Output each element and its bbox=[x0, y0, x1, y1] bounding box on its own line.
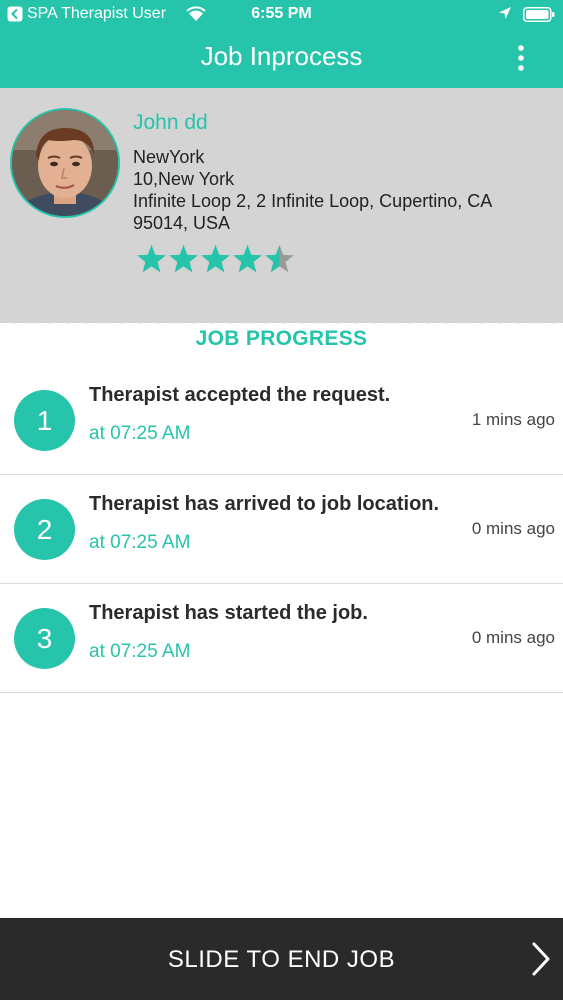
battery-icon bbox=[523, 7, 555, 22]
step-number-badge: 2 bbox=[14, 499, 75, 560]
page-title: Job Inprocess bbox=[200, 41, 363, 71]
slide-to-end-job[interactable]: SLIDE TO END JOB bbox=[0, 918, 563, 1000]
therapist-name: John dd bbox=[133, 111, 208, 134]
app-header: SPA Therapist User 6:55 PM Job Inprocess bbox=[0, 0, 563, 88]
location-arrow-icon bbox=[499, 7, 511, 19]
star-icon bbox=[265, 245, 294, 273]
job-progress-list: 1 Therapist accepted the request. at 07:… bbox=[0, 366, 563, 693]
step-time: at 07:25 AM bbox=[89, 423, 191, 444]
avatar bbox=[10, 108, 120, 218]
star-icon bbox=[233, 245, 262, 273]
step-time: at 07:25 AM bbox=[89, 532, 191, 553]
chevron-right-icon[interactable] bbox=[528, 940, 554, 978]
slide-label: SLIDE TO END JOB bbox=[167, 946, 396, 973]
star-icon bbox=[201, 245, 230, 273]
step-number-badge: 3 bbox=[14, 608, 75, 669]
step-description: Therapist has started the job. bbox=[89, 602, 368, 624]
step-description: Therapist accepted the request. bbox=[89, 384, 391, 406]
progress-step: 3 Therapist has started the job. at 07:2… bbox=[0, 584, 563, 693]
more-vertical-icon[interactable] bbox=[510, 44, 532, 72]
status-time: 6:55 PM bbox=[251, 5, 312, 22]
status-bar: SPA Therapist User 6:55 PM bbox=[0, 0, 563, 30]
progress-step: 1 Therapist accepted the request. at 07:… bbox=[0, 366, 563, 475]
therapist-profile: John dd NewYork 10,New York Infinite Loo… bbox=[0, 88, 563, 323]
star-icon bbox=[169, 245, 198, 273]
rating-stars bbox=[136, 244, 296, 274]
step-description: Therapist has arrived to job location. bbox=[89, 493, 440, 515]
step-elapsed: 0 mins ago bbox=[471, 628, 555, 647]
screen: SPA Therapist User 6:55 PM Job Inprocess bbox=[0, 0, 563, 1000]
therapist-region: 10,New York bbox=[133, 169, 235, 189]
zigzag-divider bbox=[0, 300, 563, 324]
progress-step: 2 Therapist has arrived to job location.… bbox=[0, 475, 563, 584]
therapist-city: NewYork bbox=[133, 147, 205, 167]
nav-bar: Job Inprocess bbox=[0, 30, 563, 88]
step-elapsed: 0 mins ago bbox=[471, 519, 555, 538]
step-number-badge: 1 bbox=[14, 390, 75, 451]
job-progress-title: JOB PROGRESS bbox=[195, 327, 368, 350]
star-icon bbox=[137, 245, 166, 273]
step-elapsed: 1 mins ago bbox=[471, 410, 555, 429]
therapist-address: Infinite Loop 2, 2 Infinite Loop, Cupert… bbox=[133, 191, 492, 233]
step-time: at 07:25 AM bbox=[89, 641, 191, 662]
avatar-photo bbox=[12, 110, 118, 216]
